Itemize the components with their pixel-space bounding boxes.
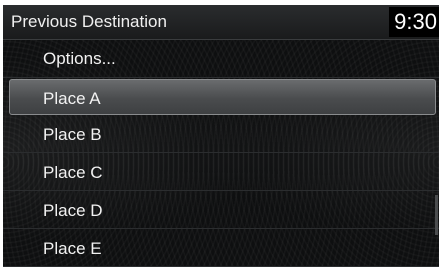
destination-label: Place A — [43, 89, 101, 108]
destination-item-place-d[interactable]: Place D — [3, 191, 439, 229]
destination-item-place-e[interactable]: Place E — [3, 229, 439, 267]
destination-label: Place B — [43, 125, 102, 144]
destination-list: Options... Place A Place B Place C Place… — [3, 40, 439, 267]
destination-item-place-c[interactable]: Place C — [3, 153, 439, 191]
options-label: Options... — [43, 49, 116, 68]
destination-label: Place C — [43, 163, 103, 182]
destination-label: Place E — [43, 239, 102, 258]
clock: 9:30 — [389, 7, 439, 37]
scrollbar[interactable] — [435, 195, 438, 235]
title-bar: Previous Destination 9:30 — [3, 5, 439, 40]
destination-item-place-a[interactable]: Place A — [9, 79, 436, 115]
nav-screen: Previous Destination 9:30 Options... Pla… — [3, 5, 439, 267]
destination-label: Place D — [43, 201, 103, 220]
options-menu-item[interactable]: Options... — [3, 40, 439, 78]
screen-title: Previous Destination — [11, 12, 167, 31]
destination-item-place-b[interactable]: Place B — [3, 115, 439, 153]
